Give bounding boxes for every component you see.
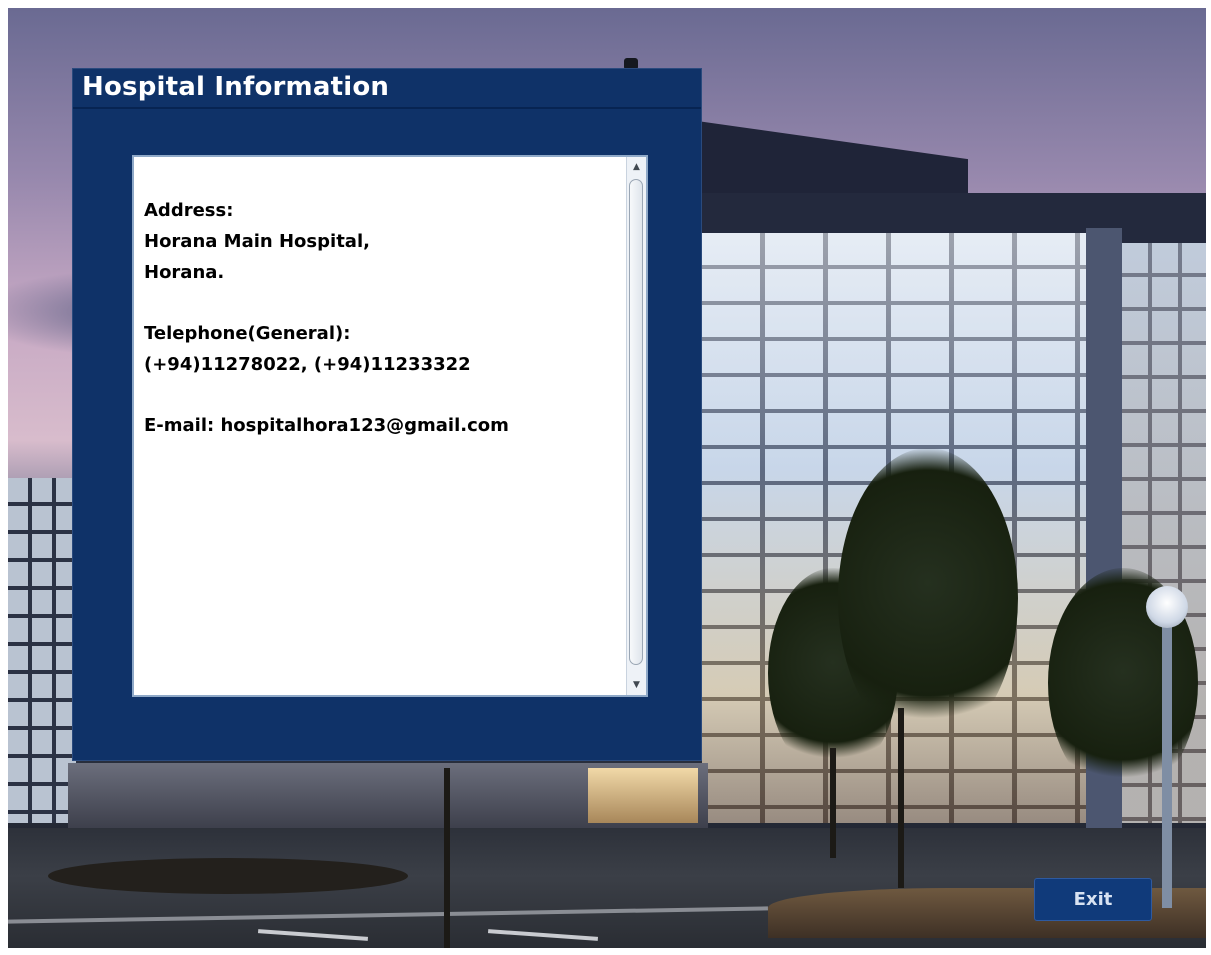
lamp-light [1146,586,1188,628]
hospital-info-panel: Hospital Information Address: Horana Mai… [72,68,702,761]
scroll-up-icon[interactable]: ▲ [627,157,646,177]
scroll-down-icon[interactable]: ▼ [627,675,646,695]
address-line-2: Horana. [144,262,225,283]
panel-header: Hospital Information [73,69,701,109]
lamp-pole [1162,623,1172,908]
address-line-1: Horana Main Hospital, [144,231,370,252]
scroll-thumb[interactable] [629,179,643,665]
vertical-scrollbar[interactable]: ▲ ▼ [626,157,646,695]
email-line: E-mail: hospitalhora123@gmail.com [144,415,509,436]
tree-trunk [830,748,836,858]
lower-lit-window [588,768,698,823]
lawn-area [48,858,408,894]
tree [838,448,1018,748]
telephone-label: Telephone(General): [144,323,351,344]
info-content: Address: Horana Main Hospital, Horana. T… [144,195,624,441]
address-label: Address: [144,200,234,221]
tree-trunk [898,708,904,888]
panel-title: Hospital Information [82,72,390,102]
telephone-numbers: (+94)11278022, (+94)11233322 [144,354,471,375]
exit-button[interactable]: Exit [1034,878,1152,921]
tree-trunk [444,768,450,948]
info-text-area[interactable]: Address: Horana Main Hospital, Horana. T… [132,155,648,697]
